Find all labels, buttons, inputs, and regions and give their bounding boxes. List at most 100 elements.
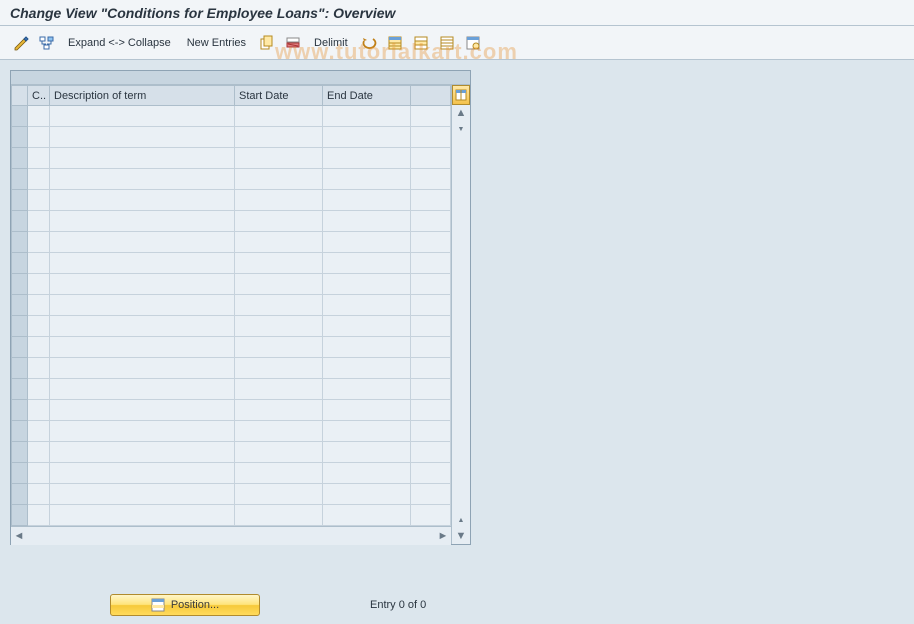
row-selector[interactable] (12, 505, 28, 526)
horizontal-scrollbar[interactable]: ◄ ► (11, 526, 451, 544)
cell-start-date[interactable] (235, 463, 323, 484)
cell-code[interactable] (28, 400, 50, 421)
scroll-up-button[interactable]: ▲ (452, 105, 470, 121)
cell-start-date[interactable] (235, 169, 323, 190)
row-selector[interactable] (12, 211, 28, 232)
cell-end-date[interactable] (323, 442, 411, 463)
cell-end-date[interactable] (323, 211, 411, 232)
row-selector[interactable] (12, 421, 28, 442)
delete-button[interactable] (282, 32, 304, 54)
cell-code[interactable] (28, 295, 50, 316)
cell-description[interactable] (50, 316, 235, 337)
undo-change-button[interactable] (358, 32, 380, 54)
select-block-button[interactable] (410, 32, 432, 54)
cell-start-date[interactable] (235, 148, 323, 169)
cell-end-date[interactable] (323, 232, 411, 253)
cell-start-date[interactable] (235, 106, 323, 127)
cell-start-date[interactable] (235, 505, 323, 526)
row-selector[interactable] (12, 379, 28, 400)
table-row[interactable] (12, 148, 451, 169)
row-selector[interactable] (12, 337, 28, 358)
cell-code[interactable] (28, 442, 50, 463)
table-row[interactable] (12, 232, 451, 253)
cell-start-date[interactable] (235, 442, 323, 463)
scroll-down-button[interactable]: ▼ (452, 528, 470, 544)
cell-code[interactable] (28, 463, 50, 484)
row-selector[interactable] (12, 442, 28, 463)
cell-end-date[interactable] (323, 463, 411, 484)
col-end-date[interactable]: End Date (323, 86, 411, 106)
vertical-scrollbar[interactable]: ▲ ▼ ▲ ▼ (452, 85, 470, 544)
cell-end-date[interactable] (323, 421, 411, 442)
row-selector[interactable] (12, 463, 28, 484)
cell-code[interactable] (28, 232, 50, 253)
cell-end-date[interactable] (323, 379, 411, 400)
table-row[interactable] (12, 106, 451, 127)
scroll-left-button[interactable]: ◄ (11, 527, 27, 545)
other-view-button[interactable] (36, 32, 58, 54)
table-row[interactable] (12, 211, 451, 232)
table-row[interactable] (12, 505, 451, 526)
cell-end-date[interactable] (323, 106, 411, 127)
row-selector[interactable] (12, 127, 28, 148)
cell-description[interactable] (50, 358, 235, 379)
cell-code[interactable] (28, 358, 50, 379)
cell-start-date[interactable] (235, 421, 323, 442)
cell-description[interactable] (50, 400, 235, 421)
conditions-table[interactable]: C.. Description of term Start Date End D… (11, 85, 451, 526)
cell-start-date[interactable] (235, 190, 323, 211)
cell-code[interactable] (28, 316, 50, 337)
cell-end-date[interactable] (323, 295, 411, 316)
row-selector[interactable] (12, 295, 28, 316)
hscroll-track[interactable] (27, 527, 435, 545)
col-description[interactable]: Description of term (50, 86, 235, 106)
display-change-toggle-button[interactable] (10, 32, 32, 54)
cell-code[interactable] (28, 211, 50, 232)
row-selector[interactable] (12, 106, 28, 127)
cell-description[interactable] (50, 421, 235, 442)
cell-description[interactable] (50, 211, 235, 232)
table-row[interactable] (12, 127, 451, 148)
table-row[interactable] (12, 169, 451, 190)
row-selector[interactable] (12, 274, 28, 295)
table-row[interactable] (12, 379, 451, 400)
row-selector[interactable] (12, 484, 28, 505)
table-row[interactable] (12, 253, 451, 274)
cell-end-date[interactable] (323, 337, 411, 358)
row-selector[interactable] (12, 148, 28, 169)
cell-code[interactable] (28, 127, 50, 148)
cell-description[interactable] (50, 463, 235, 484)
row-selector-header[interactable] (12, 86, 28, 106)
cell-code[interactable] (28, 505, 50, 526)
cell-description[interactable] (50, 295, 235, 316)
row-selector[interactable] (12, 253, 28, 274)
table-row[interactable] (12, 442, 451, 463)
cell-description[interactable] (50, 484, 235, 505)
cell-end-date[interactable] (323, 127, 411, 148)
row-selector[interactable] (12, 400, 28, 421)
cell-start-date[interactable] (235, 253, 323, 274)
cell-description[interactable] (50, 190, 235, 211)
row-selector[interactable] (12, 358, 28, 379)
cell-description[interactable] (50, 127, 235, 148)
cell-end-date[interactable] (323, 358, 411, 379)
cell-start-date[interactable] (235, 358, 323, 379)
cell-end-date[interactable] (323, 148, 411, 169)
cell-end-date[interactable] (323, 400, 411, 421)
cell-end-date[interactable] (323, 505, 411, 526)
configure-columns-button[interactable] (452, 85, 470, 105)
cell-end-date[interactable] (323, 316, 411, 337)
cell-description[interactable] (50, 442, 235, 463)
cell-code[interactable] (28, 106, 50, 127)
position-button[interactable]: Position... (110, 594, 260, 616)
cell-start-date[interactable] (235, 274, 323, 295)
cell-start-date[interactable] (235, 211, 323, 232)
cell-description[interactable] (50, 337, 235, 358)
cell-code[interactable] (28, 253, 50, 274)
cell-description[interactable] (50, 379, 235, 400)
table-row[interactable] (12, 295, 451, 316)
deselect-all-button[interactable] (436, 32, 458, 54)
cell-start-date[interactable] (235, 127, 323, 148)
expand-collapse-button[interactable]: Expand <-> Collapse (62, 32, 177, 54)
cell-end-date[interactable] (323, 274, 411, 295)
